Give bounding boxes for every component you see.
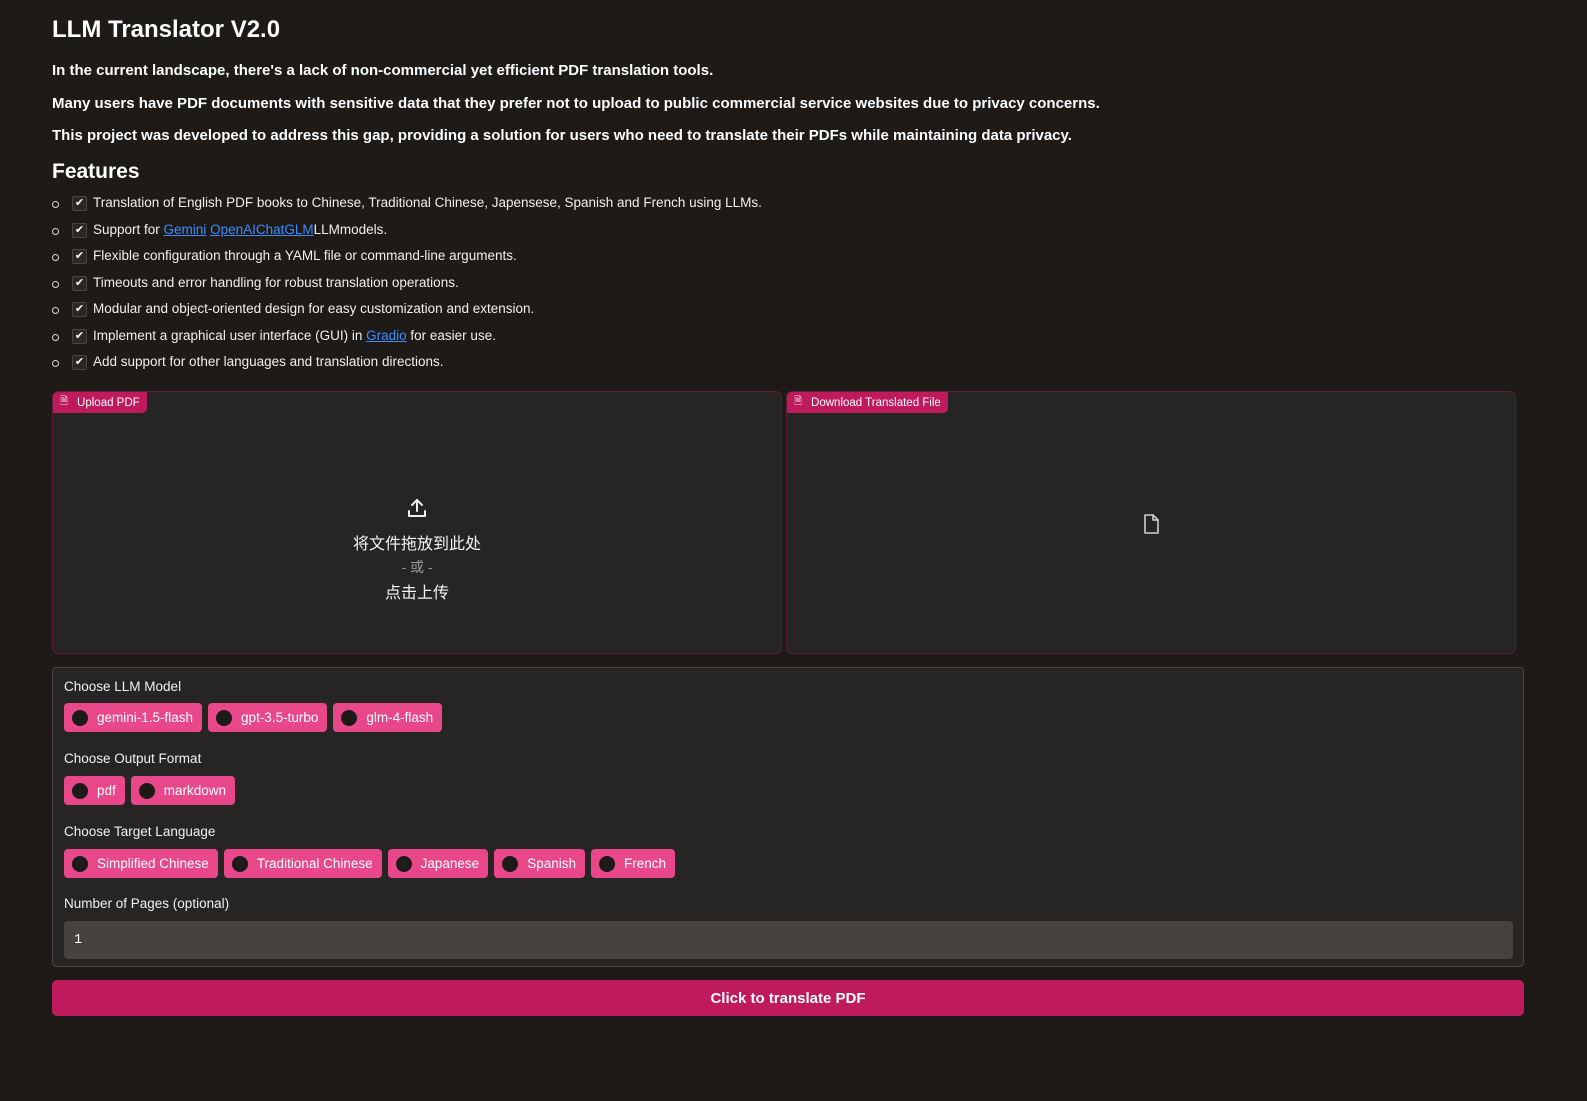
radio-circle [341, 709, 358, 726]
download-panel: 🗎 Download Translated File [786, 391, 1516, 654]
radio-label: glm-4-flash [366, 710, 434, 725]
radio-circle [598, 855, 615, 872]
bullet-icon [52, 307, 59, 314]
feature-text-post: LLMmodels. [313, 221, 388, 237]
radio-lang-simplified-chinese[interactable]: Simplified Chinese [64, 849, 218, 878]
bullet-icon [52, 333, 59, 341]
language-label: Choose Target Language [64, 824, 216, 839]
radio-circle [72, 709, 88, 726]
checkbox-checked[interactable]: ✔ [72, 302, 87, 317]
feature-text-post: for easier use. [406, 327, 496, 343]
page-title: LLM Translator V2.0 [52, 16, 281, 43]
download-tag-label: Download Translated File [811, 396, 941, 409]
file-icon: 🗎 [794, 396, 803, 407]
radio-model-gemini[interactable]: gemini-1.5-flash [64, 703, 203, 732]
checkbox-checked[interactable]: ✔ [72, 275, 87, 291]
intro-line-2: Many users have PDF documents with sensi… [52, 95, 1100, 112]
bullet-icon [52, 360, 59, 367]
feature-text-pre: Implement a graphical user interface (GU… [93, 327, 367, 343]
upload-pdf-tag: 🗎 Upload PDF [53, 392, 147, 413]
checkbox-checked[interactable]: ✔ [72, 222, 87, 238]
radio-lang-japanese[interactable]: Japanese [387, 849, 489, 878]
radio-label: markdown [163, 783, 227, 798]
bullet-icon [52, 227, 59, 235]
radio-circle [216, 709, 233, 726]
radio-format-pdf[interactable]: pdf [64, 776, 125, 805]
link-chatglm[interactable]: ChatGLM [256, 222, 314, 237]
options-panel: Choose LLM Model gemini-1.5-flash gpt-3.… [52, 667, 1524, 967]
radio-label: pdf [97, 783, 116, 798]
radio-label: Traditional Chinese [256, 856, 373, 871]
language-radio-group: Simplified Chinese Traditional Chinese J… [64, 849, 676, 878]
link-gradio[interactable]: Gradio [366, 328, 407, 343]
radio-model-glm[interactable]: glm-4-flash [333, 703, 443, 732]
feature-text: Add support for other languages and tran… [93, 354, 444, 369]
checkbox-checked[interactable]: ✔ [72, 196, 87, 211]
file-placeholder-icon [1142, 514, 1160, 539]
radio-label: gpt-3.5-turbo [241, 710, 319, 725]
intro-line-1: In the current landscape, there's a lack… [52, 62, 714, 79]
feature-text-pre: Support for [93, 221, 164, 237]
radio-lang-traditional-chinese[interactable]: Traditional Chinese [223, 849, 382, 878]
format-label: Choose Output Format [64, 751, 202, 766]
bullet-icon [52, 254, 59, 261]
radio-lang-french[interactable]: French [590, 849, 676, 878]
upload-tag-label: Upload PDF [77, 396, 140, 409]
checkbox-checked[interactable]: ✔ [72, 328, 87, 344]
radio-lang-spanish[interactable]: Spanish [494, 849, 585, 878]
link-gemini[interactable]: Gemini [164, 222, 207, 237]
pages-input[interactable] [64, 921, 1513, 959]
click-upload-text[interactable]: 点击上传 [53, 579, 781, 603]
intro-line-3: This project was developed to address th… [52, 127, 1072, 144]
radio-label: Japanese [420, 856, 480, 871]
or-text: - 或 - [401, 559, 433, 575]
drop-text: 将文件拖放到此处 [352, 536, 481, 553]
radio-circle [395, 855, 412, 872]
radio-label: gemini-1.5-flash [97, 710, 194, 725]
feature-text: Timeouts and error handling for robust t… [93, 274, 459, 290]
feature-text: Support for Gemini OpenAIChatGLMLLMmodel… [93, 222, 387, 237]
pages-label: Number of Pages (optional) [64, 896, 230, 911]
upload-prompt[interactable]: 将文件拖放到此处 - 或 - 点击上传 [53, 496, 781, 603]
radio-circle [72, 855, 88, 872]
feature-text: Modular and object-oriented design for e… [93, 301, 535, 316]
link-openai[interactable]: OpenAI [210, 222, 256, 237]
upload-dropzone[interactable]: 🗎 Upload PDF 将文件拖放到此处 - 或 - 点击上传 [52, 391, 782, 654]
model-radio-group: gemini-1.5-flash gpt-3.5-turbo glm-4-fla… [64, 703, 443, 732]
radio-circle [231, 855, 248, 872]
format-radio-group: pdf markdown [64, 776, 236, 805]
radio-model-gpt[interactable]: gpt-3.5-turbo [208, 703, 328, 732]
feature-text: Implement a graphical user interface (GU… [93, 328, 496, 343]
radio-format-markdown[interactable]: markdown [130, 776, 236, 805]
checkbox-checked[interactable]: ✔ [72, 249, 87, 264]
model-label: Choose LLM Model [64, 679, 182, 694]
radio-label: Simplified Chinese [97, 856, 209, 871]
features-heading: Features [52, 160, 140, 183]
radio-label: Spanish [527, 856, 576, 871]
bullet-icon [52, 280, 59, 288]
translate-button[interactable]: Click to translate PDF [52, 980, 1524, 1016]
file-icon: 🗎 [60, 396, 69, 407]
radio-label: French [623, 856, 667, 871]
download-tag: 🗎 Download Translated File [787, 392, 948, 413]
feature-text: Translation of English PDF books to Chin… [93, 195, 762, 210]
feature-text: Flexible configuration through a YAML fi… [93, 248, 517, 263]
upload-icon [53, 496, 781, 525]
radio-circle [138, 782, 155, 799]
bullet-icon [52, 201, 59, 208]
checkbox-checked[interactable]: ✔ [72, 355, 87, 370]
radio-circle [502, 855, 519, 872]
radio-circle [72, 782, 88, 799]
